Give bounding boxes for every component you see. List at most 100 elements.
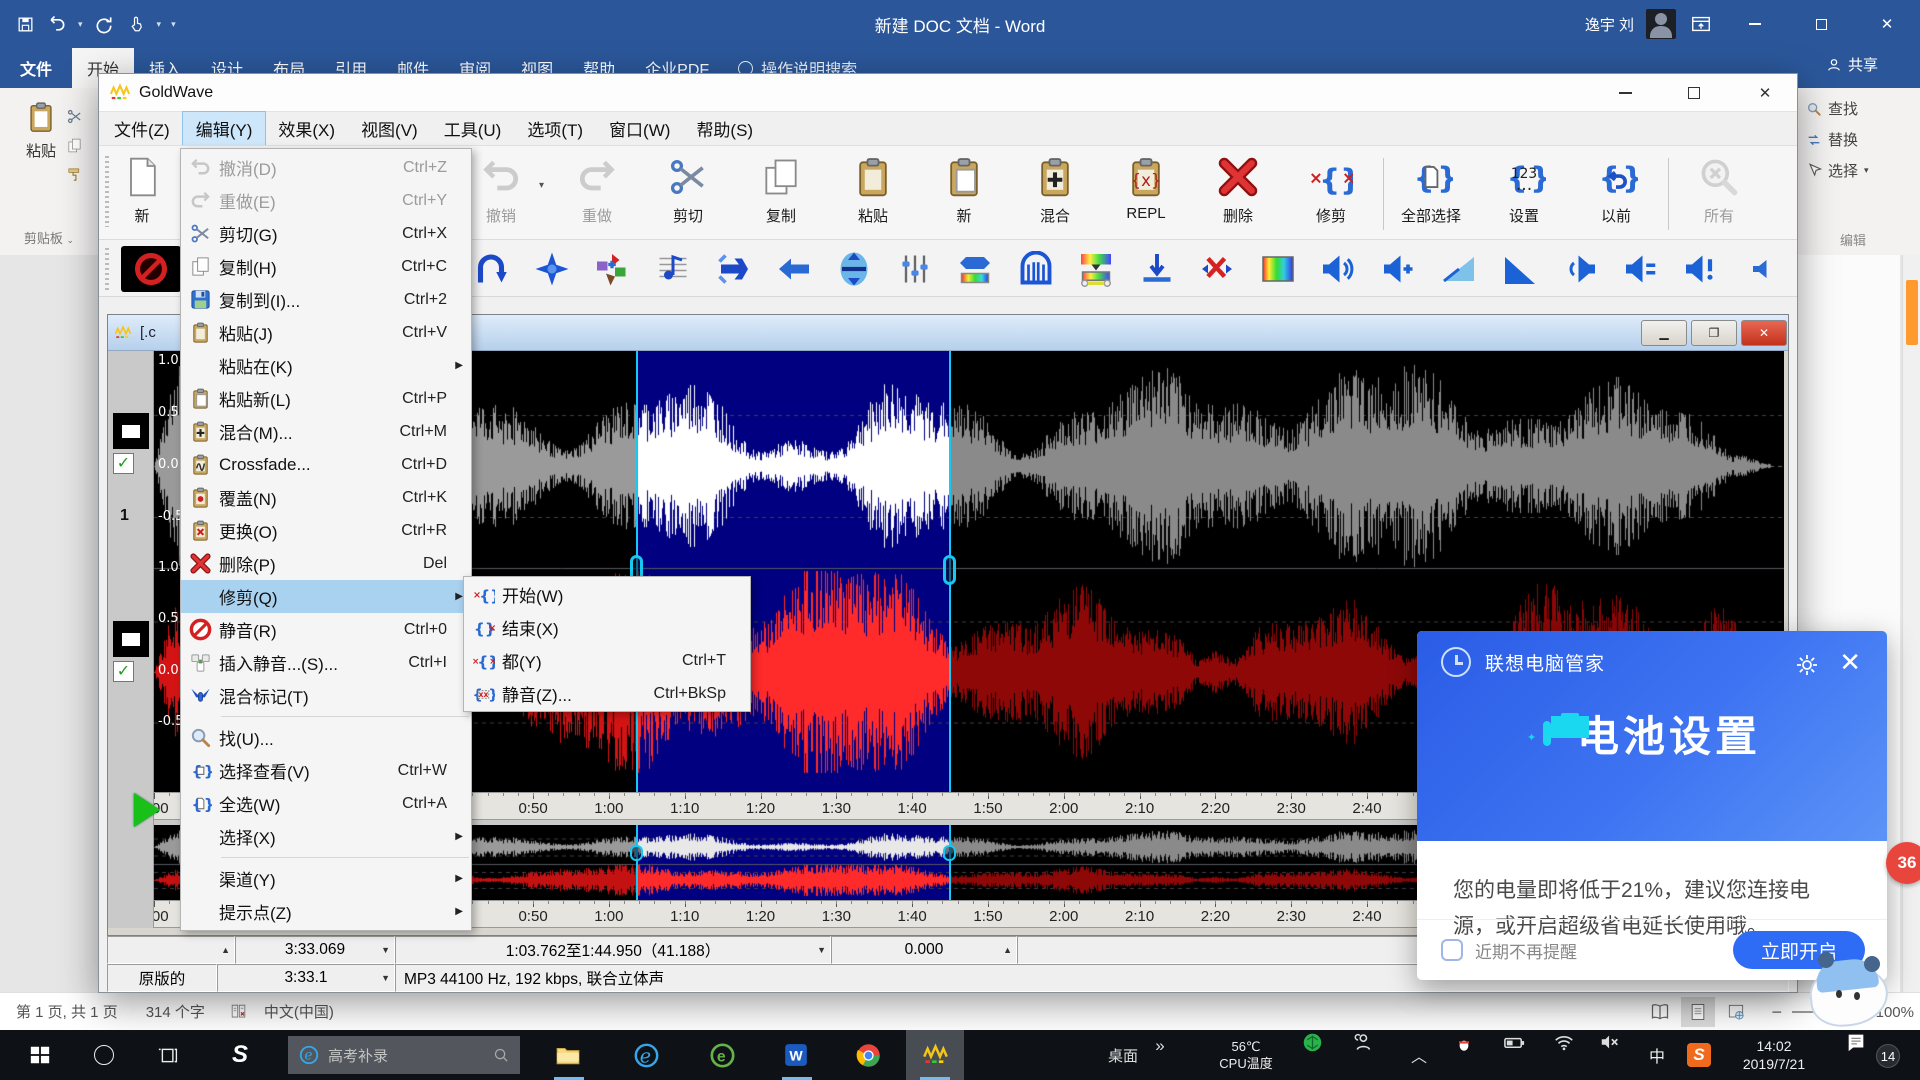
selection-end-overview-handle[interactable] bbox=[943, 845, 956, 861]
edit-menu-item-更换(O)[interactable]: 更换(O)Ctrl+R bbox=[181, 514, 471, 547]
gw-menu-文件(Z)[interactable]: 文件(Z) bbox=[101, 112, 183, 145]
notification-count-badge[interactable]: 14 bbox=[1876, 1044, 1900, 1068]
channel1-enable-checkbox[interactable]: ✓ bbox=[113, 453, 134, 474]
gw-toolbar-全部选择-button[interactable]: {}全部选择 bbox=[1385, 152, 1477, 236]
gw-toolbar-复制-button[interactable]: 复制 bbox=[735, 152, 827, 236]
paste-button[interactable]: 粘贴 bbox=[12, 100, 70, 196]
popup-close-icon[interactable]: ✕ bbox=[1839, 647, 1861, 678]
task-view-button[interactable] bbox=[148, 1030, 188, 1080]
gw-effect-speaker-alert-button[interactable] bbox=[1683, 251, 1719, 287]
selection-start-overview-line[interactable] bbox=[636, 825, 638, 900]
gw-toolbar-REPL-button[interactable]: {x}REPL bbox=[1100, 152, 1192, 236]
search-text[interactable]: 高考补录 bbox=[328, 1045, 388, 1066]
edit-menu-item-插入静音...(S)...[interactable]: 插入静音...(S)...Ctrl+I bbox=[181, 646, 471, 679]
language-indicator[interactable]: 中文(中国) bbox=[264, 1001, 334, 1022]
tray-people-icon[interactable] bbox=[1350, 1030, 1374, 1054]
print-layout-icon[interactable] bbox=[1681, 997, 1715, 1027]
taskbar-clock[interactable]: 14:02 2019/7/21 bbox=[1726, 1030, 1822, 1080]
settings-gear-icon[interactable] bbox=[1795, 653, 1819, 677]
channel2-display-button[interactable] bbox=[113, 621, 149, 657]
gw-effect-gate-button[interactable] bbox=[1018, 251, 1054, 287]
gw-toolbar-重做-button[interactable]: 重做 bbox=[551, 152, 643, 236]
desktop-toolbar-label[interactable]: 桌面 bbox=[1098, 1030, 1148, 1080]
edit-menu-item-修剪(Q)[interactable]: 修剪(Q)▶ bbox=[181, 580, 471, 613]
gw-toolbar-以前-button[interactable]: {}以前 bbox=[1570, 152, 1662, 236]
gw-menu-帮助(S)[interactable]: 帮助(S) bbox=[683, 112, 766, 145]
close-button[interactable]: ✕ bbox=[1854, 0, 1920, 48]
edit-menu-item-混合标记(T)[interactable]: 混合标记(T) bbox=[181, 679, 471, 712]
edit-menu-item-Crossfade...[interactable]: Crossfade...Ctrl+D bbox=[181, 448, 471, 481]
gw-menu-选项(T)[interactable]: 选项(T) bbox=[514, 112, 596, 145]
edit-menu-item-覆盖(N)[interactable]: 覆盖(N)Ctrl+K bbox=[181, 481, 471, 514]
proofing-icon[interactable] bbox=[229, 1002, 248, 1021]
gw-menu-工具(U)[interactable]: 工具(U) bbox=[431, 112, 515, 145]
file-explorer-button[interactable] bbox=[546, 1030, 590, 1080]
gw-effect-plunge-button[interactable] bbox=[1139, 251, 1175, 287]
tray-mute-icon[interactable] bbox=[1598, 1030, 1622, 1054]
start-button[interactable] bbox=[18, 1030, 62, 1080]
edit-menu-item-渠道(Y)[interactable]: 渠道(Y)▶ bbox=[181, 862, 471, 895]
spin-up-icon[interactable]: ▲ bbox=[221, 945, 230, 955]
minimize-button[interactable] bbox=[1722, 0, 1788, 48]
floating-count-badge[interactable]: 36 bbox=[1886, 842, 1920, 884]
channel2-enable-checkbox[interactable]: ✓ bbox=[113, 661, 134, 682]
word-tab-文件[interactable]: 文件 bbox=[0, 48, 72, 88]
word-user-name[interactable]: 逸宇 刘 bbox=[1585, 14, 1634, 35]
gw-menu-视图(V)[interactable]: 视图(V) bbox=[348, 112, 431, 145]
gw-effect-exchange-button[interactable] bbox=[715, 251, 751, 287]
gw-toolbar-删除-button[interactable]: 删除 bbox=[1192, 152, 1284, 236]
gw-effect-speaker-corner-button[interactable] bbox=[1502, 251, 1538, 287]
word-scrollbar-thumb[interactable] bbox=[1906, 280, 1918, 345]
tray-sogou-icon[interactable]: S bbox=[1682, 1030, 1716, 1080]
edit-menu-item-选择(X)[interactable]: 选择(X)▶ bbox=[181, 820, 471, 853]
edit-menu-item-混合(M)...[interactable]: 混合(M)...Ctrl+M bbox=[181, 415, 471, 448]
gw-minimize-button[interactable] bbox=[1593, 74, 1657, 111]
gw-toolbar-新-button[interactable]: 新 bbox=[96, 152, 188, 236]
word-count[interactable]: 314 个字 bbox=[146, 1001, 205, 1022]
gw-effect-score-button[interactable] bbox=[655, 251, 691, 287]
gw-close-button[interactable]: ✕ bbox=[1733, 74, 1797, 111]
selection-range-cell[interactable]: 1:03.762至1:44.950（41.188）▼ bbox=[395, 936, 831, 964]
selection-end-handle[interactable] bbox=[943, 555, 956, 585]
toolbar-chevron[interactable]: » bbox=[1150, 1030, 1170, 1080]
gw-effect-speaker-add-button[interactable] bbox=[1381, 251, 1417, 287]
gw-effect-speaker-small-button[interactable] bbox=[1744, 251, 1780, 287]
web-layout-icon[interactable] bbox=[1719, 997, 1753, 1027]
gw-toolbar-修剪-button[interactable]: ×{}×修剪 bbox=[1285, 152, 1377, 236]
edit-menu-item-找(U)...[interactable]: 找(U)... bbox=[181, 721, 471, 754]
goldwave-taskbar-button[interactable] bbox=[906, 1030, 964, 1080]
channel1-display-button[interactable] bbox=[113, 413, 149, 449]
undo-caret-icon[interactable]: ▾ bbox=[78, 19, 83, 30]
gw-toolbar-所有-button[interactable]: 所有 bbox=[1673, 152, 1765, 236]
edit-menu-item-复制到(I)...[interactable]: 复制到(I)...Ctrl+2 bbox=[181, 283, 471, 316]
gw-effect-transforms-button[interactable] bbox=[594, 251, 630, 287]
spin-down-icon[interactable]: ▼ bbox=[381, 945, 390, 955]
trim-submenu-item-结束(X)[interactable]: {}×结束(X) bbox=[464, 611, 750, 644]
edit-menu-item-静音(R)[interactable]: 静音(R)Ctrl+0 bbox=[181, 613, 471, 646]
word-button[interactable]: W bbox=[774, 1030, 818, 1080]
gw-toolbar-新-button[interactable]: 新 bbox=[918, 152, 1010, 236]
doc-close-button[interactable]: ✕ bbox=[1741, 320, 1787, 346]
gw-toolbar-混合-button[interactable]: 混合 bbox=[1009, 152, 1101, 236]
spin-down-icon[interactable]: ▼ bbox=[817, 945, 826, 955]
dont-remind-label[interactable]: 近期不再提醒 bbox=[1475, 938, 1577, 963]
format-painter-icon[interactable] bbox=[66, 166, 83, 183]
copy-icon[interactable] bbox=[66, 137, 83, 154]
cpu-temp-widget[interactable]: 56℃ CPU温度 bbox=[1198, 1030, 1294, 1080]
find-button[interactable]: 查找 bbox=[1806, 98, 1920, 119]
redo-icon[interactable] bbox=[93, 13, 115, 35]
share-button[interactable]: 共享 bbox=[1826, 54, 1878, 75]
edit-menu-item-粘贴(J)[interactable]: 粘贴(J)Ctrl+V bbox=[181, 316, 471, 349]
edit-menu-item-复制(H)[interactable]: 复制(H)Ctrl+C bbox=[181, 250, 471, 283]
save-icon[interactable] bbox=[14, 13, 36, 35]
page-indicator[interactable]: 第 1 页, 共 1 页 bbox=[16, 1001, 118, 1022]
gw-menu-效果(X)[interactable]: 效果(X) bbox=[265, 112, 348, 145]
undo-icon[interactable] bbox=[46, 13, 68, 35]
tray-qq-icon[interactable] bbox=[1452, 1030, 1476, 1054]
notification-center-icon[interactable] bbox=[1844, 1030, 1868, 1054]
gw-effect-remove-marks-button[interactable] bbox=[1199, 251, 1235, 287]
chrome-button[interactable] bbox=[846, 1030, 890, 1080]
read-mode-icon[interactable] bbox=[1643, 997, 1677, 1027]
gw-effect-envelope-button[interactable] bbox=[957, 251, 993, 287]
replace-button[interactable]: 替换 bbox=[1806, 129, 1920, 150]
